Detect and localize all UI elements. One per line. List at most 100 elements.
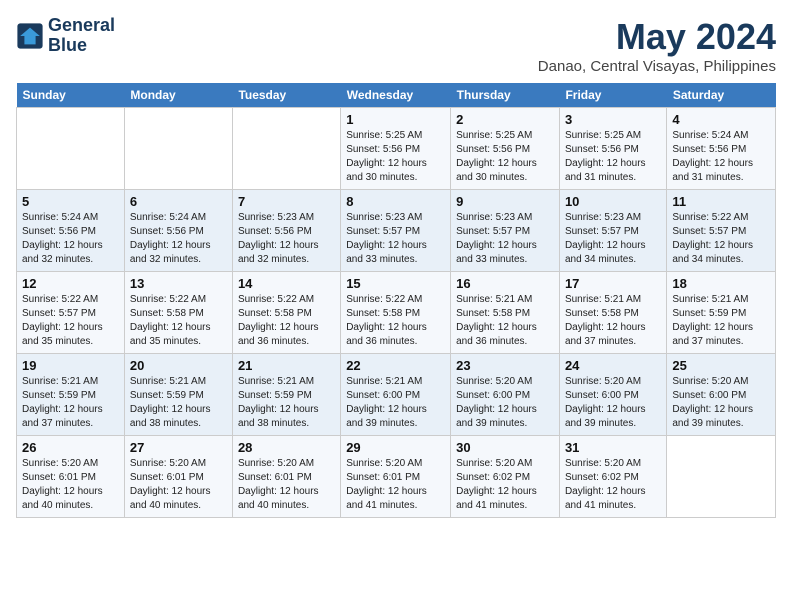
day-info: Sunrise: 5:22 AMSunset: 5:58 PMDaylight:… — [130, 293, 227, 349]
header-cell-tuesday: Tuesday — [232, 83, 340, 108]
day-number: 28 — [238, 440, 335, 455]
calendar-cell: 8Sunrise: 5:23 AMSunset: 5:57 PMDaylight… — [341, 190, 451, 272]
day-info: Sunrise: 5:20 AMSunset: 6:01 PMDaylight:… — [238, 457, 335, 513]
calendar-cell: 18 Sunrise: 5:21 AMSunset: 5:59 PMDayligh… — [667, 272, 776, 354]
calendar-cell: 17 Sunrise: 5:21 AMSunset: 5:58 PMDayligh… — [559, 272, 666, 354]
calendar-cell — [667, 436, 776, 518]
calendar-cell: 31Sunrise: 5:20 AMSunset: 6:02 PMDayligh… — [559, 436, 666, 518]
day-number: 6 — [130, 194, 227, 209]
day-number: 26 — [22, 440, 119, 455]
day-number: 27 — [130, 440, 227, 455]
calendar-cell: 1Sunrise: 5:25 AMSunset: 5:56 PMDaylight… — [341, 108, 451, 190]
logo-line1: General — [48, 16, 115, 36]
calendar-cell: 20 Sunrise: 5:21 AMSunset: 5:59 PMDayligh… — [124, 354, 232, 436]
day-number: 10 — [565, 194, 661, 209]
day-number: 24 — [565, 358, 661, 373]
day-info: Sunrise: 5:23 AMSunset: 5:56 PMDaylight:… — [238, 211, 335, 267]
day-number: 21 — [238, 358, 335, 373]
week-row-3: 12 Sunrise: 5:22 AMSunset: 5:57 PMDayligh… — [17, 272, 776, 354]
calendar-cell: 7 Sunrise: 5:23 AMSunset: 5:56 PMDaylight… — [232, 190, 340, 272]
calendar-cell — [124, 108, 232, 190]
day-number: 13 — [130, 276, 227, 291]
header-row: SundayMondayTuesdayWednesdayThursdayFrid… — [17, 83, 776, 108]
calendar-cell: 27 Sunrise: 5:20 AMSunset: 6:01 PMDayligh… — [124, 436, 232, 518]
calendar-table: SundayMondayTuesdayWednesdayThursdayFrid… — [16, 83, 776, 518]
day-number: 9 — [456, 194, 554, 209]
day-info: Sunrise: 5:21 AMSunset: 5:59 PMDaylight:… — [130, 375, 227, 431]
day-info: Sunrise: 5:23 AMSunset: 5:57 PMDaylight:… — [456, 211, 554, 267]
day-number: 11 — [672, 194, 770, 209]
day-info: Sunrise: 5:21 AMSunset: 5:58 PMDaylight:… — [565, 293, 661, 349]
day-number: 1 — [346, 112, 445, 127]
day-info: Sunrise: 5:20 AMSunset: 6:00 PMDaylight:… — [565, 375, 661, 431]
day-number: 22 — [346, 358, 445, 373]
day-info: Sunrise: 5:22 AMSunset: 5:58 PMDaylight:… — [238, 293, 335, 349]
day-info: Sunrise: 5:20 AMSunset: 6:02 PMDaylight:… — [565, 457, 661, 513]
day-number: 7 — [238, 194, 335, 209]
week-row-4: 19Sunrise: 5:21 AMSunset: 5:59 PMDayligh… — [17, 354, 776, 436]
logo-line2: Blue — [48, 36, 115, 56]
header-cell-sunday: Sunday — [17, 83, 125, 108]
calendar-cell: 28 Sunrise: 5:20 AMSunset: 6:01 PMDayligh… — [232, 436, 340, 518]
calendar-cell: 4Sunrise: 5:24 AMSunset: 5:56 PMDaylight… — [667, 108, 776, 190]
title-block: May 2024 Danao, Central Visayas, Philipp… — [538, 16, 776, 75]
calendar-cell: 6 Sunrise: 5:24 AMSunset: 5:56 PMDaylight… — [124, 190, 232, 272]
day-info: Sunrise: 5:23 AMSunset: 5:57 PMDaylight:… — [565, 211, 661, 267]
day-info: Sunrise: 5:20 AMSunset: 6:01 PMDaylight:… — [130, 457, 227, 513]
header: General Blue May 2024 Danao, Central Vis… — [16, 16, 776, 75]
calendar-cell: 3 Sunrise: 5:25 AMSunset: 5:56 PMDaylight… — [559, 108, 666, 190]
day-number: 18 — [672, 276, 770, 291]
day-info: Sunrise: 5:20 AMSunset: 6:01 PMDaylight:… — [22, 457, 119, 513]
day-info: Sunrise: 5:25 AMSunset: 5:56 PMDaylight:… — [565, 129, 661, 185]
calendar-cell: 23 Sunrise: 5:20 AMSunset: 6:00 PMDayligh… — [451, 354, 560, 436]
day-number: 5 — [22, 194, 119, 209]
day-info: Sunrise: 5:22 AMSunset: 5:58 PMDaylight:… — [346, 293, 445, 349]
calendar-body: 1 Sunrise: 5:25 AMSunset: 5:56 PMDaylight… — [17, 108, 776, 518]
calendar-cell — [17, 108, 125, 190]
calendar-cell: 25 Sunrise: 5:20 AMSunset: 6:00 PMDayligh… — [667, 354, 776, 436]
day-number: 12 — [22, 276, 119, 291]
logo-text: General Blue — [48, 16, 115, 56]
calendar-cell: 19Sunrise: 5:21 AMSunset: 5:59 PMDayligh… — [17, 354, 125, 436]
day-info: Sunrise: 5:20 AMSunset: 6:00 PMDaylight:… — [672, 375, 770, 431]
calendar-cell: 9 Sunrise: 5:23 AMSunset: 5:57 PMDaylight… — [451, 190, 560, 272]
day-number: 2 — [456, 112, 554, 127]
day-number: 15 — [346, 276, 445, 291]
calendar-cell: 11 Sunrise: 5:22 AMSunset: 5:57 PMDayligh… — [667, 190, 776, 272]
day-info: Sunrise: 5:24 AMSunset: 5:56 PMDaylight:… — [130, 211, 227, 267]
day-number: 3 — [565, 112, 661, 127]
header-cell-saturday: Saturday — [667, 83, 776, 108]
day-info: Sunrise: 5:21 AMSunset: 5:58 PMDaylight:… — [456, 293, 554, 349]
day-info: Sunrise: 5:22 AMSunset: 5:57 PMDaylight:… — [22, 293, 119, 349]
header-cell-friday: Friday — [559, 83, 666, 108]
day-info: Sunrise: 5:23 AMSunset: 5:57 PMDaylight:… — [346, 211, 445, 267]
day-info: Sunrise: 5:22 AMSunset: 5:57 PMDaylight:… — [672, 211, 770, 267]
day-number: 17 — [565, 276, 661, 291]
day-info: Sunrise: 5:20 AMSunset: 6:00 PMDaylight:… — [456, 375, 554, 431]
header-cell-wednesday: Wednesday — [341, 83, 451, 108]
day-number: 20 — [130, 358, 227, 373]
calendar-cell: 16 Sunrise: 5:21 AMSunset: 5:58 PMDayligh… — [451, 272, 560, 354]
day-number: 23 — [456, 358, 554, 373]
calendar-cell: 30Sunrise: 5:20 AMSunset: 6:02 PMDayligh… — [451, 436, 560, 518]
week-row-1: 1 Sunrise: 5:25 AMSunset: 5:56 PMDaylight… — [17, 108, 776, 190]
calendar-cell — [232, 108, 340, 190]
calendar-cell: 15 Sunrise: 5:22 AMSunset: 5:58 PMDayligh… — [341, 272, 451, 354]
day-info: Sunrise: 5:21 AMSunset: 6:00 PMDaylight:… — [346, 375, 445, 431]
main-title: May 2024 — [538, 16, 776, 58]
day-number: 16 — [456, 276, 554, 291]
calendar-cell: 13 Sunrise: 5:22 AMSunset: 5:58 PMDayligh… — [124, 272, 232, 354]
calendar-cell: 29Sunrise: 5:20 AMSunset: 6:01 PMDayligh… — [341, 436, 451, 518]
week-row-2: 5 Sunrise: 5:24 AMSunset: 5:56 PMDaylight… — [17, 190, 776, 272]
calendar-cell: 12 Sunrise: 5:22 AMSunset: 5:57 PMDayligh… — [17, 272, 125, 354]
day-number: 4 — [672, 112, 770, 127]
calendar-cell: 10 Sunrise: 5:23 AMSunset: 5:57 PMDayligh… — [559, 190, 666, 272]
logo-icon — [16, 22, 44, 50]
day-number: 30 — [456, 440, 554, 455]
day-info: Sunrise: 5:21 AMSunset: 5:59 PMDaylight:… — [672, 293, 770, 349]
header-cell-monday: Monday — [124, 83, 232, 108]
day-number: 25 — [672, 358, 770, 373]
calendar-header: SundayMondayTuesdayWednesdayThursdayFrid… — [17, 83, 776, 108]
day-info: Sunrise: 5:24 AMSunset: 5:56 PMDaylight:… — [22, 211, 119, 267]
logo: General Blue — [16, 16, 115, 56]
